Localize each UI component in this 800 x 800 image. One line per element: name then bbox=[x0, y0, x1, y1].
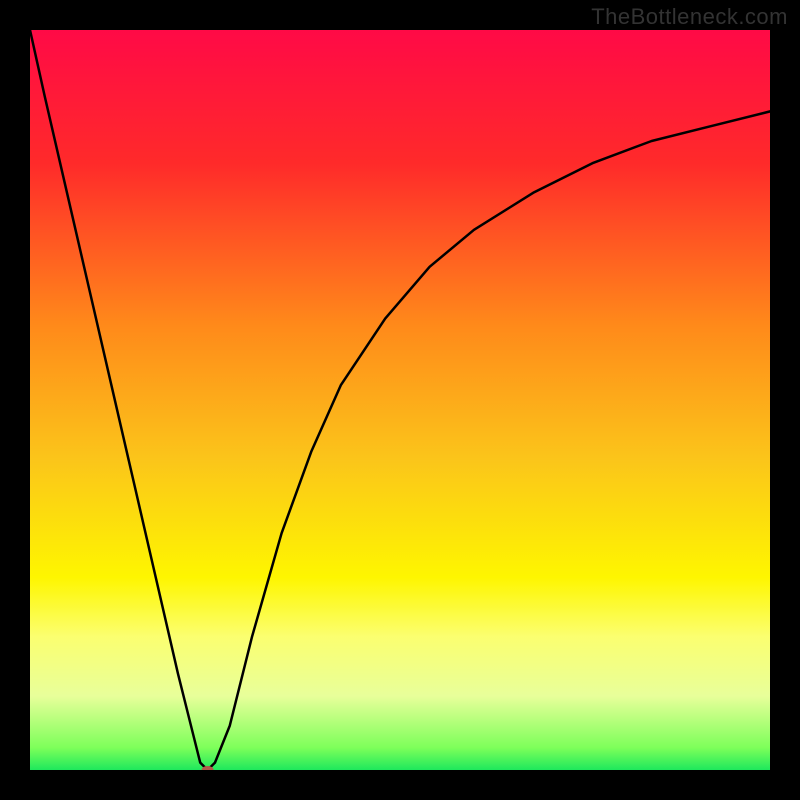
chart-svg bbox=[30, 30, 770, 770]
watermark-text: TheBottleneck.com bbox=[591, 4, 788, 30]
plot-area bbox=[30, 30, 770, 770]
chart-frame: TheBottleneck.com bbox=[0, 0, 800, 800]
gradient-background bbox=[30, 30, 770, 770]
